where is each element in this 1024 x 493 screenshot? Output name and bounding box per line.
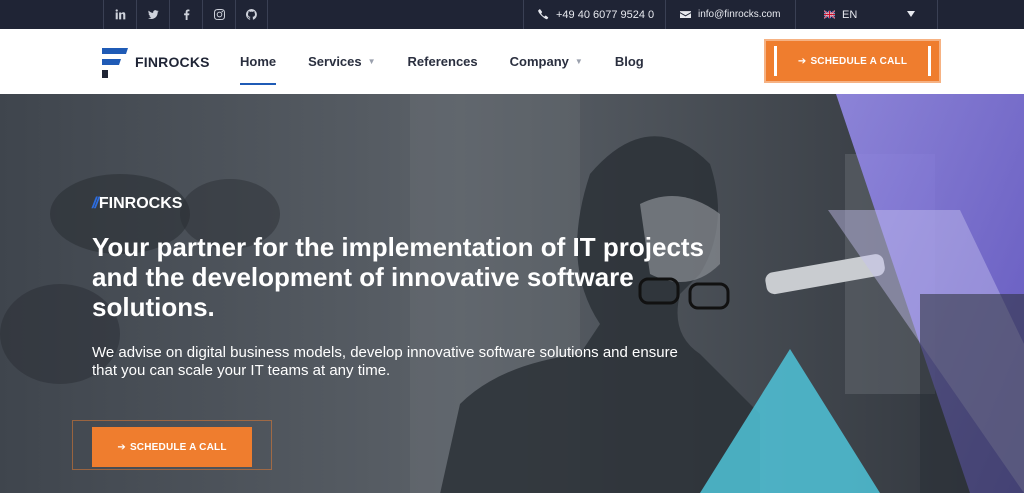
phone-icon <box>538 9 549 20</box>
nav-references-label: References <box>407 54 478 69</box>
button-accent-bar <box>774 46 777 76</box>
phone-contact[interactable]: +49 40 6077 9524 0 <box>523 0 665 29</box>
language-selector[interactable]: EN <box>795 0 938 29</box>
nav-services-label: Services <box>308 54 362 69</box>
mail-icon <box>680 11 691 18</box>
slash-icon: // <box>92 195 99 212</box>
arrow-right-icon: ➔ <box>117 441 126 453</box>
dropdown-arrow-icon: ▼ <box>574 57 583 66</box>
nav-home-label: Home <box>240 54 277 69</box>
nav-company-label: Company <box>509 54 569 69</box>
chevron-down-icon <box>907 11 915 17</box>
logo-text: FINROCKS <box>135 54 210 70</box>
nav-references[interactable]: References <box>408 54 478 69</box>
nav-home[interactable]: Home <box>240 54 277 85</box>
main-nav: Home Services ▼ References Company ▼ Blog <box>240 29 676 94</box>
schedule-call-label: SCHEDULE A CALL <box>810 55 908 67</box>
hero-schedule-call-button[interactable]: ➔ SCHEDULE A CALL <box>92 427 252 467</box>
site-logo[interactable]: FINROCKS <box>99 45 210 79</box>
hero-brand: // FINROCKS <box>92 195 182 213</box>
main-header: FINROCKS Home Services ▼ References Compa… <box>0 29 1024 94</box>
nav-company[interactable]: Company ▼ <box>510 54 583 69</box>
hero-brand-text: FINROCKS <box>98 195 183 212</box>
email-address: info@finrocks.com <box>698 9 781 20</box>
twitter-icon[interactable] <box>136 0 169 29</box>
hero-section: // FINROCKS Your partner for the impleme… <box>0 94 1024 493</box>
nav-blog-label: Blog <box>614 54 644 69</box>
hero-schedule-call-label: SCHEDULE A CALL <box>129 441 227 453</box>
uk-flag-icon <box>824 10 835 19</box>
finrocks-logo-icon <box>102 48 128 78</box>
arrow-right-icon: ➔ <box>797 55 807 67</box>
button-accent-bar <box>928 46 931 76</box>
schedule-call-button[interactable]: ➔ SCHEDULE A CALL <box>766 41 939 81</box>
language-label: EN <box>842 8 858 21</box>
nav-services[interactable]: Services ▼ <box>308 54 375 69</box>
hero-subline: We advise on digital business models, de… <box>92 344 678 379</box>
nav-blog[interactable]: Blog <box>615 54 644 69</box>
social-links <box>103 0 268 29</box>
linkedin-icon[interactable] <box>103 0 136 29</box>
hero-headline: Your partner for the implementation of I… <box>92 232 705 322</box>
dropdown-arrow-icon: ▼ <box>367 57 376 66</box>
github-icon[interactable] <box>235 0 268 29</box>
phone-number: +49 40 6077 9524 0 <box>556 8 655 21</box>
instagram-icon[interactable] <box>202 0 235 29</box>
facebook-icon[interactable] <box>169 0 202 29</box>
top-bar: +49 40 6077 9524 0 info@finrocks.com EN <box>0 0 1024 29</box>
email-contact[interactable]: info@finrocks.com <box>665 0 795 29</box>
